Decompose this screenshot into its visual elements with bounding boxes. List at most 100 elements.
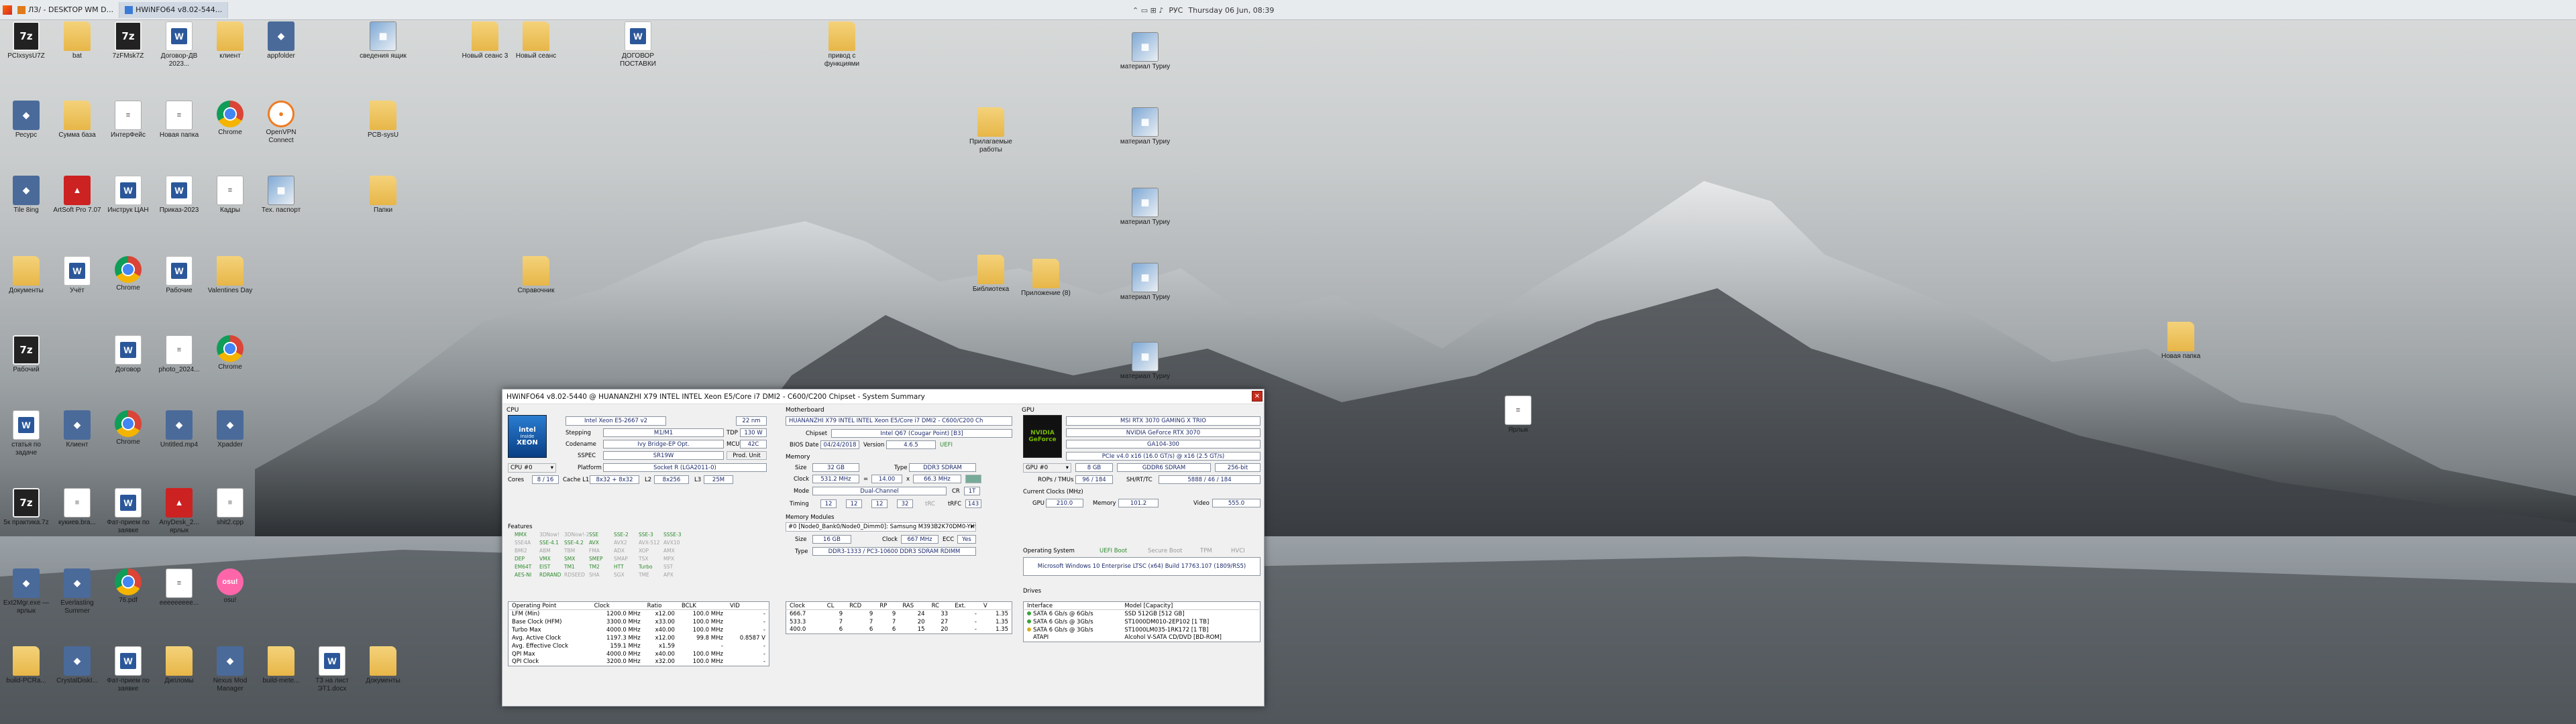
desktop-icon[interactable]: ≡ photo_2024... <box>153 335 205 374</box>
desktop-icon[interactable]: ◆ Tile 8ing <box>0 176 52 215</box>
desktop-icon[interactable]: W Учёт <box>51 256 103 295</box>
column-header[interactable]: VID <box>726 601 769 610</box>
op-row[interactable]: QPI Clock 3200.0 MHz x32.00 100.0 MHz - <box>508 658 769 666</box>
desktop-icon[interactable]: W Фат-прием по заявке <box>102 646 154 693</box>
column-header[interactable]: RC <box>928 601 952 610</box>
op-row[interactable]: Turbo Max 4000.0 MHz x40.00 100.0 MHz - <box>508 626 769 634</box>
column-header[interactable]: RCD <box>846 601 877 610</box>
desktop-icon[interactable]: Документы <box>357 646 409 685</box>
timing-row[interactable]: 400.0 6 6 6 15 20 - 1.35 <box>786 626 1012 634</box>
column-header[interactable]: CL <box>823 601 847 610</box>
timing-row[interactable]: 666.7 9 9 9 24 33 - 1.35 <box>786 610 1012 618</box>
column-header[interactable]: Clock <box>786 601 824 610</box>
column-header[interactable]: Interface <box>1023 601 1122 610</box>
desktop-icon[interactable]: ≡ кукиев.bra... <box>51 488 103 527</box>
desktop-icon[interactable]: Valentines Day <box>204 256 256 295</box>
mem-spd-button[interactable] <box>965 475 981 483</box>
desktop-icon[interactable]: W Договор-ДВ 2023... <box>153 21 205 68</box>
desktop-icon[interactable]: W Приказ-2023 <box>153 176 205 215</box>
desktop-icon[interactable]: 7z 7zFMsk7Z <box>102 21 154 60</box>
desktop-icon[interactable]: build-mete... <box>255 646 307 685</box>
desktop-icon[interactable]: Chrome <box>204 335 256 371</box>
desktop-icon[interactable]: 7z Рабочий <box>0 335 52 374</box>
desktop-icon[interactable]: привод с функциями <box>816 21 868 68</box>
desktop-icon[interactable]: osu! osu! <box>204 568 256 605</box>
desktop-icon[interactable]: build-PCRa... <box>0 646 52 685</box>
desktop-icon[interactable]: ▦ Тех. паспорт <box>255 176 307 215</box>
taskbar-item-explorer[interactable]: ЛЗ/ - DESKTOP WM D... <box>12 1 120 18</box>
taskbar-item-hwinfo[interactable]: HWiNFO64 v8.02-544... <box>119 1 229 18</box>
tray-icons[interactable]: ⌃ ▭ ⊞ ♪ <box>1132 6 1163 15</box>
desktop-icon[interactable]: Библиотека <box>965 255 1017 294</box>
drive-row[interactable]: ATAPI Alcohol V-SATA CD/DVD [BD-ROM] <box>1024 634 1260 642</box>
op-row[interactable]: QPI Max 4000.0 MHz x40.00 100.0 MHz - <box>508 650 769 658</box>
op-row[interactable]: Base Clock (HFM) 3300.0 MHz x33.00 100.0 MH… <box>508 618 769 626</box>
desktop-icon[interactable]: Новая папка <box>2155 322 2207 361</box>
desktop-icon[interactable]: ◆ Xpadder <box>204 410 256 449</box>
drive-row[interactable]: SATA 6 Gb/s @ 6Gb/s SSD 512GB [512 GB] <box>1024 610 1260 618</box>
timing-row[interactable]: 533.3 7 7 7 20 27 - 1.35 <box>786 618 1012 626</box>
desktop-icon[interactable]: ◆ Untitled.mp4 <box>153 410 205 449</box>
desktop-icon[interactable]: ≡ Ярлык <box>1492 396 1544 434</box>
desktop-icon[interactable]: ≡ shit2.cpp <box>204 488 256 527</box>
desktop-icon[interactable]: ≡ Кадры <box>204 176 256 215</box>
column-header[interactable]: RP <box>876 601 900 610</box>
column-header[interactable]: BCLK <box>678 601 727 610</box>
desktop-icon[interactable]: ▦ материал Туриу <box>1119 263 1171 302</box>
desktop-icon[interactable]: ◆ Ext2Mgr.exe — ярлык <box>0 568 52 615</box>
desktop-icon[interactable]: ≡ еееееееее... <box>153 568 205 607</box>
desktop-icon[interactable]: ▦ материал Туриу <box>1119 107 1171 146</box>
desktop-icon[interactable]: ◆ Клиент <box>51 410 103 449</box>
desktop-icon[interactable]: W Договор <box>102 335 154 374</box>
column-header[interactable]: RAS <box>899 601 928 610</box>
desktop-icon[interactable]: W ТЗ на лист ЭТ1.docx <box>306 646 358 693</box>
op-row[interactable]: Avg. Effective Clock 159.1 MHz x1.59 - - <box>508 642 769 650</box>
cpu-selector-dropdown[interactable]: CPU #0 ▾ <box>508 463 556 473</box>
desktop-icon[interactable]: 76.pdf <box>102 568 154 605</box>
desktop-icon[interactable]: ● OpenVPN Connect <box>255 101 307 145</box>
desktop-icon[interactable]: W Инструк ЦАН <box>102 176 154 215</box>
desktop-icon[interactable]: ▦ материал Туриу <box>1119 188 1171 227</box>
desktop-icon[interactable]: ▦ материал Туриу <box>1119 342 1171 381</box>
desktop-icon[interactable]: ◆ Everlasting Summer <box>51 568 103 615</box>
desktop-icon[interactable]: Wстатья по задаче <box>0 410 52 457</box>
column-header[interactable]: Ratio <box>643 601 678 610</box>
desktop-icon[interactable]: Chrome <box>102 256 154 292</box>
gpu-selector-dropdown[interactable]: GPU #0 ▾ <box>1023 463 1071 473</box>
desktop-icon[interactable]: PCB-sysU <box>357 101 409 139</box>
desktop-icon[interactable]: ▲ AnyDesk_2... ярлык <box>153 488 205 535</box>
column-header[interactable]: Operating Point <box>508 601 591 610</box>
window-titlebar[interactable]: HWiNFO64 v8.02-5440 @ HUANANZHI X79 INTE… <box>502 389 1264 404</box>
desktop-icon[interactable]: Дипломы <box>153 646 205 685</box>
op-row[interactable]: Avg. Active Clock 1197.3 MHz x12.00 99.8 MH… <box>508 634 769 642</box>
column-header[interactable]: Clock <box>590 601 644 610</box>
close-button[interactable]: ✕ <box>1252 391 1263 402</box>
desktop-icon[interactable]: Документы <box>0 256 52 295</box>
desktop-icon[interactable]: ≡ ИнтерФейс <box>102 101 154 139</box>
column-header[interactable]: V <box>979 601 1012 610</box>
desktop-icon[interactable]: ▲ ArtSoft Pro 7.07 <box>51 176 103 215</box>
desktop-icon[interactable]: ◆ appfolder <box>255 21 307 60</box>
desktop-icon[interactable]: клиент <box>204 21 256 60</box>
desktop-icon[interactable]: Прилагаемые работы <box>965 107 1017 154</box>
desktop-icon[interactable]: ▦ материал Туриу <box>1119 32 1171 71</box>
desktop-icon[interactable]: 7z 5к практика.7z <box>0 488 52 527</box>
hwinfo-window[interactable]: HWiNFO64 v8.02-5440 @ HUANANZHI X79 INTE… <box>502 389 1265 707</box>
desktop-icon[interactable]: W Фат-прием по заявке <box>102 488 154 535</box>
desktop-icon[interactable]: ◆ Ресурс <box>0 101 52 139</box>
column-header[interactable]: Ext. <box>951 601 980 610</box>
desktop-icon[interactable]: Приложение (8) <box>1020 259 1072 298</box>
module-selector-dropdown[interactable]: #0 [Node0_Bank0/Node0_Dimm0]: Samsung M3… <box>786 522 976 532</box>
desktop-icon[interactable]: W ДОГОВОР ПОСТАВКИ <box>612 21 664 68</box>
column-header[interactable]: Model [Capacity] <box>1121 601 1260 610</box>
desktop-icon[interactable]: Новый сеанс <box>510 21 562 60</box>
desktop-icon[interactable]: 7z PCIxsysU7Z <box>0 21 52 60</box>
desktop-icon[interactable]: ◆ Nexus Mod Manager <box>204 646 256 693</box>
desktop-icon[interactable]: Папки <box>357 176 409 215</box>
drive-row[interactable]: SATA 6 Gb/s @ 3Gb/s ST1000DM010-2EP102 [1… <box>1024 618 1260 626</box>
clock[interactable]: Thursday 06 Jun, 08:39 <box>1188 6 1274 15</box>
start-icon[interactable] <box>3 5 12 15</box>
desktop-icon[interactable]: W Рабочие <box>153 256 205 295</box>
op-row[interactable]: LFM (Min) 1200.0 MHz x12.00 100.0 MHz - <box>508 610 769 618</box>
desktop-icon[interactable]: ≡ Новая папка <box>153 101 205 139</box>
